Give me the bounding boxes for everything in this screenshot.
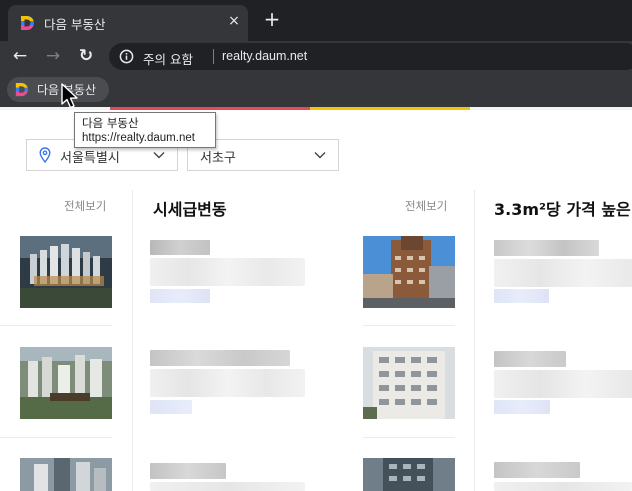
district-select-value: 서초구: [200, 151, 236, 166]
blurred-listing-detail: [150, 482, 305, 491]
section-title-high-price: 3.3m²당 가격 높은: [494, 200, 631, 219]
section-title-price-change: 시세급변동: [153, 200, 227, 219]
bookmark-daum-realty[interactable]: 다음 부동산: [7, 77, 109, 102]
listing-thumbnail[interactable]: [20, 458, 112, 491]
url-text[interactable]: realty.daum.net: [222, 49, 307, 63]
listing-thumbnail[interactable]: [20, 236, 112, 308]
blurred-listing-name: [494, 462, 580, 478]
blurred-listing-detail: [150, 369, 305, 397]
new-tab-icon[interactable]: +: [262, 9, 282, 29]
browser-toolbar: ← → ↻ 주의 요함 realty.daum.net: [0, 41, 632, 72]
row-divider: [363, 437, 455, 438]
forward-arrow-icon[interactable]: →: [42, 45, 64, 67]
column-divider: [474, 190, 475, 491]
address-bar[interactable]: 주의 요함 realty.daum.net: [109, 43, 632, 70]
info-icon[interactable]: [119, 49, 134, 64]
blurred-listing-detail: [494, 259, 632, 287]
listing-thumbnail[interactable]: [363, 236, 455, 308]
chevron-down-icon: [314, 152, 326, 159]
blurred-listing-detail: [494, 370, 632, 398]
blurred-listing-link: [494, 400, 550, 414]
building-photo-image: [363, 458, 455, 491]
active-tab[interactable]: 다음 부동산 ×: [8, 5, 248, 41]
blurred-listing-name: [150, 350, 290, 366]
brand-stripe-red: [110, 107, 310, 110]
city-select-value: 서울특별시: [60, 151, 120, 166]
daum-favicon-icon: [15, 82, 29, 97]
building-photo-image: [363, 236, 455, 308]
tooltip-url: https://realty.daum.net: [82, 132, 195, 144]
apartment-aerial-image: [20, 458, 112, 491]
tab-title: 다음 부동산: [44, 17, 106, 32]
blurred-listing-detail: [150, 258, 305, 286]
back-arrow-icon[interactable]: ←: [9, 45, 31, 67]
security-warning-label[interactable]: 주의 요함: [143, 49, 193, 68]
chevron-down-icon: [153, 152, 165, 159]
brand-stripe-yellow: [310, 107, 470, 110]
blurred-listing-detail: [494, 482, 632, 491]
page-top-strip: [0, 107, 632, 110]
omnibox-divider: [213, 49, 214, 64]
blurred-listing-name: [150, 463, 226, 479]
blurred-listing-name: [494, 240, 599, 256]
blurred-listing-name: [494, 351, 566, 367]
view-all-link[interactable]: 전체보기: [405, 198, 447, 214]
tooltip-title: 다음 부동산: [82, 116, 139, 130]
bookmark-tooltip: 다음 부동산 https://realty.daum.net: [74, 112, 216, 148]
listing-thumbnail[interactable]: [363, 458, 455, 491]
blurred-listing-name: [150, 240, 210, 255]
view-all-link[interactable]: 전체보기: [64, 198, 106, 214]
tab-strip: 다음 부동산 × +: [0, 0, 632, 41]
daum-favicon-icon: [21, 16, 34, 30]
blurred-listing-link: [150, 400, 192, 414]
row-divider: [0, 437, 112, 438]
apartment-aerial-image: [20, 347, 112, 419]
mouse-pointer-icon: [61, 83, 78, 109]
location-pin-icon: [39, 147, 51, 163]
listing-thumbnail[interactable]: [363, 347, 455, 419]
row-divider: [363, 325, 455, 326]
row-divider: [0, 325, 112, 326]
column-divider: [132, 190, 133, 491]
apartment-aerial-image: [20, 236, 112, 308]
close-tab-icon[interactable]: ×: [226, 13, 242, 29]
blurred-listing-link: [150, 289, 210, 303]
building-photo-image: [363, 347, 455, 419]
bookmarks-bar: 다음 부동산: [0, 72, 632, 107]
listing-thumbnail[interactable]: [20, 347, 112, 419]
blurred-listing-link: [494, 289, 549, 303]
reload-icon[interactable]: ↻: [75, 45, 97, 67]
